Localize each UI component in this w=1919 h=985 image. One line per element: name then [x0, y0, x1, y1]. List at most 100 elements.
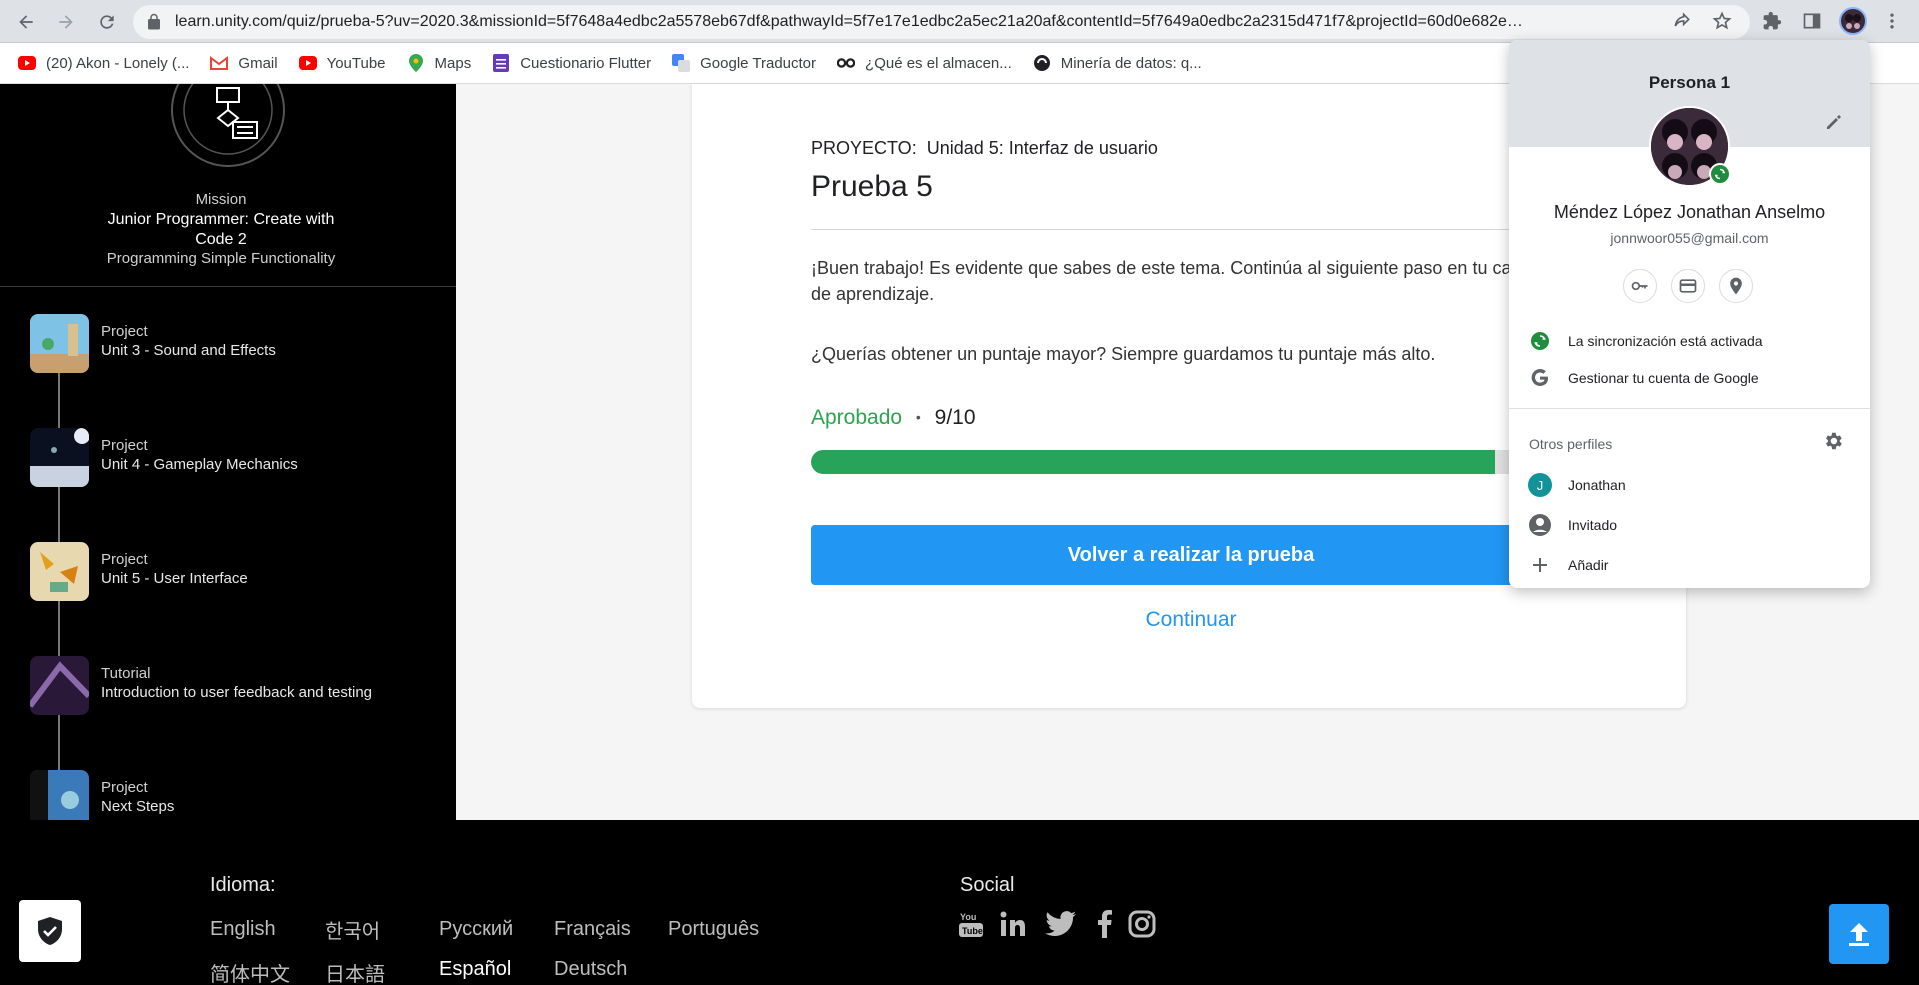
bookmark-item[interactable]: YouTube — [298, 54, 386, 72]
bookmark-item[interactable]: Google Traductor — [672, 54, 816, 72]
share-button[interactable] — [1670, 9, 1694, 33]
divider — [0, 286, 456, 287]
profile-switch-jonathan[interactable]: J Jonathan — [1509, 468, 1870, 502]
language-option-selected[interactable]: Español — [439, 958, 511, 981]
sidebar-item-type: Project — [101, 437, 148, 454]
score-value: 9/10 — [934, 406, 976, 429]
project-prefix: PROYECTO: — [811, 138, 917, 158]
payment-methods-button[interactable] — [1671, 269, 1705, 303]
mission-emblem-icon — [171, 84, 285, 167]
bookmark-label: YouTube — [326, 54, 386, 72]
mission-label: Mission — [195, 191, 247, 208]
google-icon — [1528, 366, 1552, 390]
youtube-icon — [18, 54, 36, 72]
svg-text:You: You — [960, 912, 976, 922]
divider — [1509, 408, 1870, 409]
score-note: ¿Querías obtener un puntaje mayor? Siemp… — [811, 344, 1436, 364]
bookmark-item[interactable]: Maps — [407, 54, 471, 72]
sync-status-row[interactable]: La sincronización está activada — [1509, 324, 1870, 358]
profile-avatar-button[interactable] — [1839, 7, 1867, 35]
language-option[interactable]: 简体中文 — [210, 958, 290, 985]
profile-initial-avatar: J — [1528, 473, 1552, 497]
sidebar-item-unit4[interactable]: Project Unit 4 - Gameplay Mechanics — [30, 428, 450, 488]
key-icon — [1631, 281, 1648, 291]
pencil-icon — [1827, 115, 1841, 129]
sidebar-item-type: Project — [101, 323, 148, 340]
shield-check-icon — [38, 917, 62, 945]
manage-account-row[interactable]: Gestionar tu cuenta de Google — [1509, 361, 1870, 395]
maps-icon — [407, 54, 425, 72]
bookmark-item[interactable]: Gmail — [210, 54, 278, 72]
bookmark-label: Google Traductor — [700, 54, 817, 72]
privacy-shield-button[interactable] — [19, 900, 81, 962]
bookmark-item[interactable]: Cuestionario Flutter — [492, 54, 651, 72]
bookmark-item[interactable]: Minería de datos: q... — [1033, 54, 1202, 72]
sidebar-item-next-steps[interactable]: Project Next Steps — [30, 770, 450, 820]
addresses-button[interactable] — [1719, 269, 1753, 303]
sidebar-item-type: Tutorial — [101, 665, 151, 682]
credit-card-icon — [1679, 279, 1697, 293]
menu-button[interactable] — [1880, 9, 1904, 33]
project-thumbnail — [30, 314, 89, 373]
bookmark-star-button[interactable] — [1710, 9, 1734, 33]
add-profile-row[interactable]: Añadir — [1509, 548, 1870, 582]
language-option[interactable]: Português — [668, 918, 759, 941]
retry-quiz-button[interactable]: Volver a realizar la prueba — [811, 525, 1571, 585]
facebook-link[interactable] — [1089, 908, 1121, 940]
language-option[interactable]: 日本語 — [325, 958, 385, 985]
reload-button[interactable] — [93, 8, 121, 36]
sidebar-item-unit3[interactable]: Project Unit 3 - Sound and Effects — [30, 314, 450, 374]
language-option[interactable]: Deutsch — [554, 958, 627, 981]
language-option[interactable]: 한국어 — [325, 915, 380, 944]
bookmark-item[interactable]: (20) Akon - Lonely (... — [18, 54, 189, 72]
edit-profile-button[interactable] — [1822, 110, 1846, 134]
language-option[interactable]: Français — [554, 918, 631, 941]
bookmark-item[interactable]: ¿Qué es el almacen... — [837, 54, 1012, 72]
guest-avatar-icon — [1528, 513, 1552, 537]
site-icon — [837, 54, 856, 72]
scroll-to-top-button[interactable] — [1829, 904, 1889, 964]
sidebar-item-label: Unit 5 - User Interface — [101, 570, 248, 587]
twitter-link[interactable] — [1045, 908, 1077, 940]
other-profiles-heading: Otros perfiles — [1529, 436, 1613, 452]
profile-email: jonnwoor055@gmail.com — [1610, 230, 1769, 246]
puzzle-icon — [1763, 11, 1782, 30]
result-message: ¡Buen trabajo! Es evidente que sabes de … — [811, 258, 1551, 304]
linkedin-link[interactable] — [997, 908, 1029, 940]
youtube-link[interactable]: You Tube — [955, 908, 987, 940]
add-profile-label: Añadir — [1568, 557, 1609, 573]
instagram-link[interactable] — [1126, 908, 1158, 940]
share-icon — [1674, 12, 1690, 27]
guest-label: Invitado — [1568, 517, 1618, 533]
forward-button[interactable] — [52, 8, 80, 36]
youtube-icon: You Tube — [959, 912, 983, 937]
side-panel-button[interactable] — [1800, 9, 1824, 33]
url-text[interactable]: learn.unity.com/quiz/prueba-5?uv=2020.3&… — [175, 13, 1655, 31]
social-title: Social — [960, 874, 1015, 896]
profile-name: Méndez López Jonathan Anselmo — [1553, 202, 1826, 222]
sidebar-item-label: Unit 4 - Gameplay Mechanics — [101, 456, 298, 473]
profile-initial: J — [1528, 473, 1552, 497]
sidebar-item-type: Project — [101, 551, 148, 568]
sidebar-item-unit5[interactable]: Project Unit 5 - User Interface — [30, 542, 450, 602]
mission-title[interactable]: Junior Programmer: Create with Code 2 — [90, 210, 352, 250]
mission-sidebar: Mission Junior Programmer: Create with C… — [0, 84, 456, 820]
extensions-button[interactable] — [1760, 9, 1784, 33]
guest-profile-row[interactable]: Invitado — [1509, 508, 1870, 542]
sidebar-item-user-feedback[interactable]: Tutorial Introduction to user feedback a… — [30, 656, 450, 716]
language-title: Idioma: — [210, 874, 276, 896]
language-option[interactable]: Русский — [439, 918, 513, 941]
bookmark-label: Gmail — [238, 54, 278, 72]
project-name[interactable]: Unidad 5: Interfaz de usuario — [927, 138, 1158, 158]
language-option[interactable]: English — [210, 918, 276, 941]
status-label: Aprobado — [811, 406, 903, 429]
manage-profiles-button[interactable] — [1822, 430, 1846, 454]
continue-link[interactable]: Continuar — [811, 608, 1571, 632]
manage-account-label: Gestionar tu cuenta de Google — [1568, 370, 1759, 386]
address-bar[interactable]: learn.unity.com/quiz/prueba-5?uv=2020.3&… — [133, 5, 1750, 39]
mission-subtitle[interactable]: Programming Simple Functionality — [0, 250, 442, 267]
passwords-button[interactable] — [1623, 269, 1657, 303]
back-button[interactable] — [12, 8, 40, 36]
project-thumbnail — [30, 428, 89, 487]
bookmark-label: Minería de datos: q... — [1060, 54, 1202, 72]
